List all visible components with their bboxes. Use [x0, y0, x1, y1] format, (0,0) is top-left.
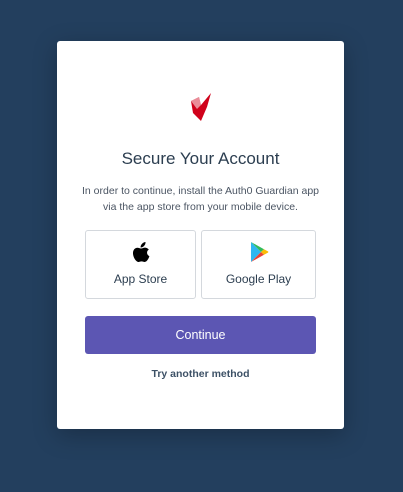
app-store-button[interactable]: App Store	[85, 230, 196, 299]
page-title: Secure Your Account	[121, 149, 280, 168]
google-play-icon	[250, 242, 268, 262]
try-another-method-link[interactable]: Try another method	[57, 368, 344, 380]
login-card: Secure Your Account In order to continue…	[57, 41, 344, 429]
google-play-label: Google Play	[225, 272, 292, 286]
apple-icon	[132, 242, 149, 263]
brand-logo-icon	[191, 93, 211, 121]
instructions-text: In order to continue, install the Auth0 …	[82, 185, 319, 213]
continue-button[interactable]: Continue	[85, 316, 316, 354]
app-store-label: App Store	[113, 272, 168, 286]
google-play-button[interactable]: Google Play	[201, 230, 316, 299]
